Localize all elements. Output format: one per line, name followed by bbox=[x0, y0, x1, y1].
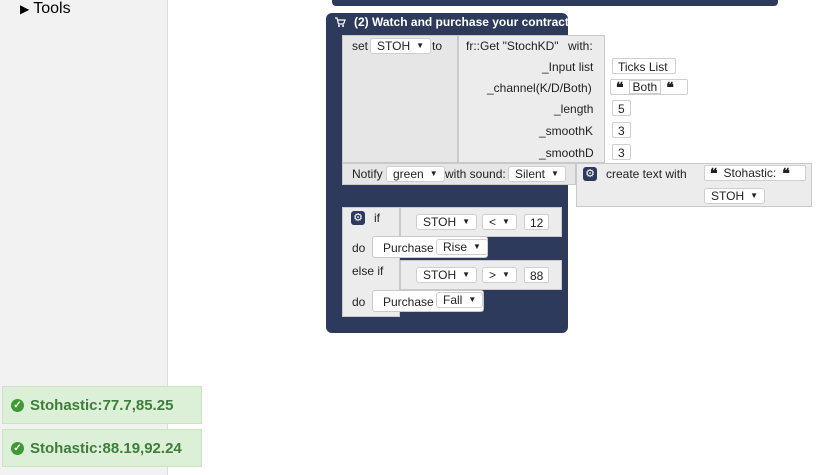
notification-toast: ✓ Stohastic:88.19,92.24 bbox=[2, 429, 202, 467]
stohastic-text-value: Stohastic: bbox=[723, 166, 777, 180]
smoothk-field[interactable]: 3 bbox=[612, 122, 631, 138]
compare-value-field-1[interactable]: 12 bbox=[524, 214, 550, 230]
notify-variable-value: STOH bbox=[711, 189, 745, 203]
notify-variable-dropdown[interactable]: STOH ▼ bbox=[704, 188, 766, 204]
quote-close-icon: ❝ bbox=[782, 165, 790, 181]
compare-var-dropdown-1[interactable]: STOH ▼ bbox=[416, 214, 478, 230]
caret-down-icon: ▼ bbox=[468, 295, 477, 304]
quote-close-icon: ❝ bbox=[666, 79, 674, 95]
compare-var-dropdown-2[interactable]: STOH ▼ bbox=[416, 267, 478, 283]
channel-text-block[interactable]: ❝ Both ❝ bbox=[610, 79, 688, 95]
sound-value: Silent bbox=[515, 167, 546, 181]
set-label: set bbox=[352, 39, 369, 53]
sound-dropdown[interactable]: Silent ▼ bbox=[508, 166, 566, 182]
param-length-label: _length bbox=[554, 102, 594, 116]
compare-op-value-2: > bbox=[489, 268, 497, 282]
compare-op-dropdown-2[interactable]: > ▼ bbox=[482, 267, 517, 283]
create-text-label: create text with bbox=[606, 167, 687, 181]
param-channel-label: _channel(K/D/Both) bbox=[487, 81, 592, 95]
with-label: with: bbox=[568, 39, 593, 53]
purchase-label-1: Purchase bbox=[383, 241, 434, 255]
variable-name: STOH bbox=[377, 39, 411, 53]
param-input-list-label: _Input list bbox=[542, 60, 594, 74]
do-label-1: do bbox=[352, 241, 366, 255]
channel-value: Both bbox=[628, 80, 662, 94]
smoothd-field[interactable]: 3 bbox=[612, 144, 631, 160]
stohastic-text-block[interactable]: ❝ Stohastic: ❝ bbox=[704, 165, 806, 181]
caret-down-icon: ▼ bbox=[416, 41, 425, 50]
compare-op-dropdown-1[interactable]: < ▼ bbox=[482, 214, 517, 230]
compare-value-field-2[interactable]: 88 bbox=[524, 267, 550, 283]
param-smoothd-label: _smoothD bbox=[539, 146, 594, 160]
check-circle-icon: ✓ bbox=[11, 398, 24, 412]
caret-down-icon: ▼ bbox=[750, 191, 759, 200]
param-smoothk-label: _smoothK bbox=[539, 124, 594, 138]
notification-text: Stohastic:77.7,85.25 bbox=[30, 396, 174, 414]
gear-icon[interactable]: ⚙ bbox=[351, 211, 365, 225]
to-label: to bbox=[432, 39, 443, 53]
purchase-label-2: Purchase bbox=[383, 295, 434, 309]
else-if-label: else if bbox=[352, 264, 384, 278]
compare-var-value-1: STOH bbox=[423, 215, 457, 229]
length-field[interactable]: 5 bbox=[612, 100, 631, 116]
purchase-type-dropdown-1[interactable]: Rise ▼ bbox=[436, 239, 488, 255]
notify-color-dropdown[interactable]: green ▼ bbox=[386, 166, 445, 182]
variable-dropdown[interactable]: STOH ▼ bbox=[370, 38, 432, 54]
block-header: (2) Watch and purchase your contract bbox=[334, 15, 569, 29]
check-circle-icon: ✓ bbox=[11, 441, 24, 455]
caret-down-icon: ▼ bbox=[502, 217, 510, 226]
notification-toast: ✓ Stohastic:77.7,85.25 bbox=[2, 386, 202, 424]
quote-open-icon: ❝ bbox=[710, 165, 718, 181]
purchase-type-dropdown-2[interactable]: Fall ▼ bbox=[436, 292, 484, 308]
function-call-label: fr::Get "StochKD" bbox=[466, 39, 559, 53]
cart-icon bbox=[335, 17, 346, 27]
previous-block-edge bbox=[332, 0, 778, 6]
purchase-type-value-2: Fall bbox=[443, 293, 463, 307]
set-variable-block[interactable] bbox=[342, 35, 458, 163]
compare-var-value-2: STOH bbox=[423, 268, 457, 282]
if-label: if bbox=[374, 211, 380, 225]
block-title: (2) Watch and purchase your contract bbox=[354, 15, 569, 29]
quote-open-icon: ❝ bbox=[616, 79, 624, 95]
expand-arrow-icon: ▶ bbox=[20, 2, 30, 16]
notify-color-value: green bbox=[393, 167, 424, 181]
compare-op-value-1: < bbox=[489, 215, 497, 229]
caret-down-icon: ▼ bbox=[462, 217, 471, 226]
toolbox-category-tools[interactable]: ▶ Tools bbox=[20, 0, 71, 18]
notification-text: Stohastic:88.19,92.24 bbox=[30, 439, 182, 457]
gear-icon[interactable]: ⚙ bbox=[583, 167, 597, 181]
ticks-list-block[interactable]: Ticks List bbox=[612, 58, 676, 74]
get-stoch-function-block[interactable] bbox=[458, 35, 605, 163]
sound-label: with sound: bbox=[445, 167, 506, 181]
caret-down-icon: ▼ bbox=[429, 169, 438, 178]
tools-label: Tools bbox=[33, 0, 71, 17]
caret-down-icon: ▼ bbox=[473, 242, 481, 251]
caret-down-icon: ▼ bbox=[551, 169, 559, 178]
purchase-type-value-1: Rise bbox=[443, 240, 468, 254]
caret-down-icon: ▼ bbox=[502, 270, 510, 279]
do-label-2: do bbox=[352, 295, 366, 309]
notify-label: Notify bbox=[352, 167, 383, 181]
caret-down-icon: ▼ bbox=[462, 270, 471, 279]
